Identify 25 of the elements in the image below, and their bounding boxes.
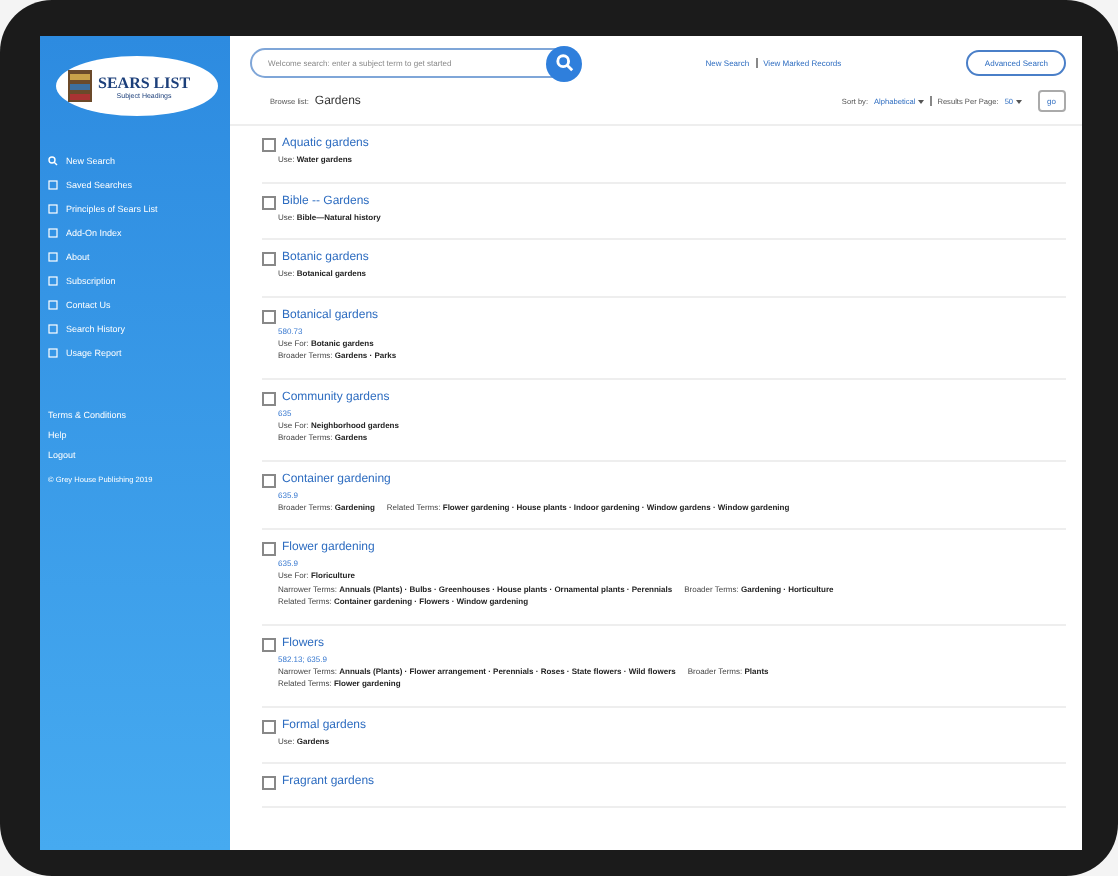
document-icon xyxy=(48,300,58,310)
search-icon xyxy=(48,156,58,166)
books-icon xyxy=(68,70,92,102)
search-icon xyxy=(555,54,573,72)
checkbox[interactable] xyxy=(262,391,276,405)
checkbox[interactable] xyxy=(262,776,276,790)
document-icon xyxy=(48,228,58,238)
search-button[interactable] xyxy=(546,45,582,81)
caret-icon xyxy=(917,99,924,103)
document-icon xyxy=(48,204,58,214)
caret-icon xyxy=(1015,99,1022,103)
document-icon xyxy=(48,276,58,286)
checkbox[interactable] xyxy=(262,252,276,266)
checkbox[interactable] xyxy=(262,195,276,209)
document-icon xyxy=(48,348,58,358)
checkbox[interactable] xyxy=(262,309,276,323)
logo-title: SEARS LIST xyxy=(98,73,191,91)
checkbox[interactable] xyxy=(262,637,276,651)
checkbox[interactable] xyxy=(262,473,276,487)
document-icon xyxy=(48,324,58,334)
document-icon xyxy=(48,252,58,262)
document-icon xyxy=(48,180,58,190)
checkbox[interactable] xyxy=(262,542,276,556)
checkbox[interactable] xyxy=(262,138,276,152)
checkbox[interactable] xyxy=(262,719,276,733)
